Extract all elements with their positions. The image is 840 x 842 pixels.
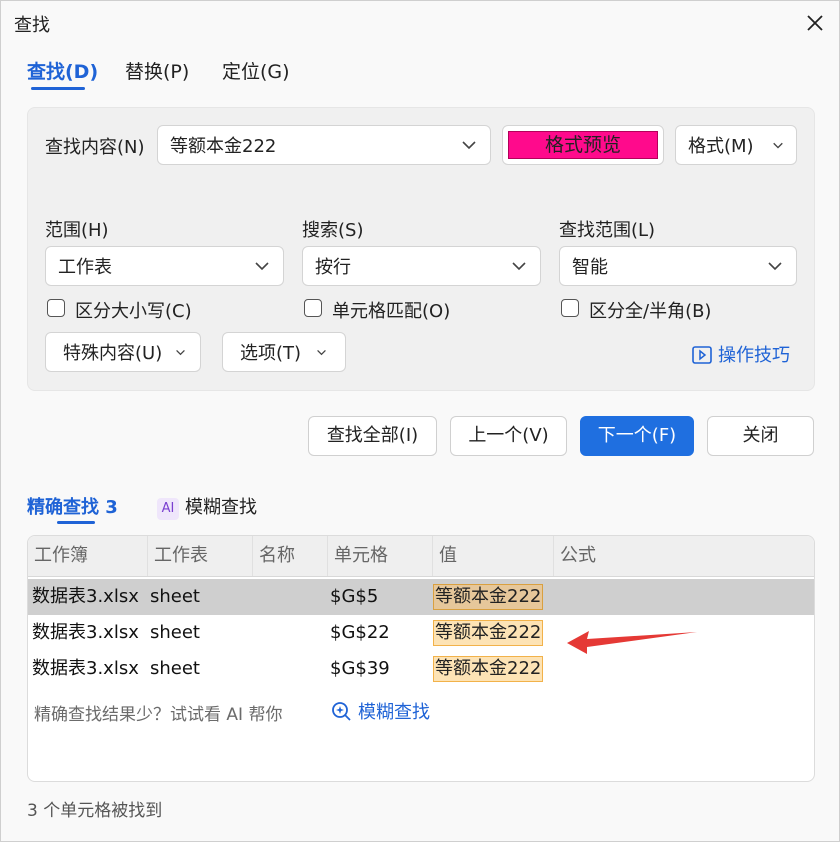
tab-find[interactable]: 查找(D) [27,57,98,84]
cell-value: 等额本金222 [433,656,544,682]
match-cell-checkbox[interactable] [304,299,322,317]
results-table: 工作簿 工作表 名称 单元格 值 公式 数据表3.xlsx sheet $G$5… [27,535,815,782]
cell-workbook: 数据表3.xlsx [32,586,139,607]
tab-fuzzy-search[interactable]: AI 模糊查找 [157,493,257,520]
column-header-sheet[interactable]: 工作表 [147,536,252,576]
chevron-down-icon [317,349,326,356]
cell-workbook: 数据表3.xlsx [32,658,139,679]
format-preview: 格式预览 [502,125,664,165]
next-button[interactable]: 下一个(F) [580,416,694,456]
column-header-name[interactable]: 名称 [252,536,327,576]
scope-label: 范围(H) [45,220,109,241]
options-button-label: 选项(T) [240,343,302,364]
chevron-down-icon [462,141,476,150]
match-width-label: 区分全/半角(B) [589,301,712,322]
table-header: 工作簿 工作表 名称 单元格 值 公式 [28,536,814,577]
find-input-value: 等额本金222 [170,136,277,157]
video-play-icon [692,346,712,364]
special-content-label: 特殊内容(U) [63,343,163,364]
tips-link[interactable]: 操作技巧 [692,341,790,367]
cell-value: 等额本金222 [433,620,544,646]
chevron-down-icon [768,262,782,271]
prev-button[interactable]: 上一个(V) [450,416,567,456]
ai-search-icon [332,702,351,721]
tab-exact-search[interactable]: 精确查找 3 [27,493,118,519]
chevron-down-icon [255,262,269,271]
tips-link-label: 操作技巧 [718,345,790,366]
search-label: 搜索(S) [302,220,364,241]
find-all-button[interactable]: 查找全部(I) [308,416,437,456]
cell-sheet: sheet [150,622,200,643]
options-panel: 查找内容(N) 等额本金222 格式预览 格式(M) 范围(H) 搜索(S) 查… [27,107,815,391]
search-select[interactable]: 按行 [302,246,541,286]
ai-icon: AI [157,498,179,520]
fuzzy-search-link-label: 模糊查找 [358,702,430,723]
close-icon[interactable] [801,9,829,37]
close-button[interactable]: 关闭 [707,416,814,456]
fuzzy-search-link[interactable]: 模糊查找 [330,698,430,724]
status-text: 3 个单元格被找到 [27,801,163,821]
find-label: 查找内容(N) [45,137,145,158]
find-input[interactable]: 等额本金222 [157,125,491,165]
column-header-value[interactable]: 值 [432,536,553,576]
red-arrow-annotation [567,631,697,654]
find-dialog: 查找 查找(D) 替换(P) 定位(G) 查找内容(N) 等额本金222 格式预… [0,0,840,842]
match-case-label: 区分大小写(C) [75,301,192,322]
chevron-down-icon [773,142,783,149]
tab-active-indicator [31,87,85,90]
column-header-cell[interactable]: 单元格 [327,536,432,576]
cell-address: $G$5 [330,586,379,607]
lookin-value: 智能 [572,257,608,278]
table-row[interactable]: 数据表3.xlsx sheet $G$39 等额本金222 [28,651,814,687]
format-preview-swatch: 格式预览 [508,131,658,159]
column-header-formula[interactable]: 公式 [553,536,814,576]
table-row[interactable]: 数据表3.xlsx sheet $G$5 等额本金222 [28,579,814,615]
match-cell-label: 单元格匹配(O) [332,301,451,322]
cell-address: $G$39 [330,658,390,679]
format-button[interactable]: 格式(M) [675,125,797,165]
column-header-workbook[interactable]: 工作簿 [28,536,147,576]
match-case-checkbox[interactable] [47,299,65,317]
cell-sheet: sheet [150,658,200,679]
special-content-button[interactable]: 特殊内容(U) [45,332,201,372]
tab-replace[interactable]: 替换(P) [125,57,189,84]
title-bar: 查找 [1,1,839,45]
cell-workbook: 数据表3.xlsx [32,622,139,643]
lookin-label: 查找范围(L) [559,220,656,241]
cell-sheet: sheet [150,586,200,607]
search-value: 按行 [315,257,351,278]
ai-hint-text: 精确查找结果少？试试看 AI 帮你 [34,705,283,725]
chevron-down-icon [512,262,526,271]
scope-select[interactable]: 工作表 [45,246,284,286]
format-button-label: 格式(M) [688,136,754,157]
scope-value: 工作表 [58,257,112,278]
chevron-down-icon [176,349,185,356]
lookin-select[interactable]: 智能 [559,246,797,286]
cell-address: $G$22 [330,622,390,643]
result-tab-indicator [57,521,95,524]
options-button[interactable]: 选项(T) [222,332,346,372]
tab-goto[interactable]: 定位(G) [222,57,290,84]
tab-fuzzy-label: 模糊查找 [185,497,257,518]
dialog-title: 查找 [14,15,50,36]
cell-value: 等额本金222 [433,584,544,610]
match-width-checkbox[interactable] [561,299,579,317]
